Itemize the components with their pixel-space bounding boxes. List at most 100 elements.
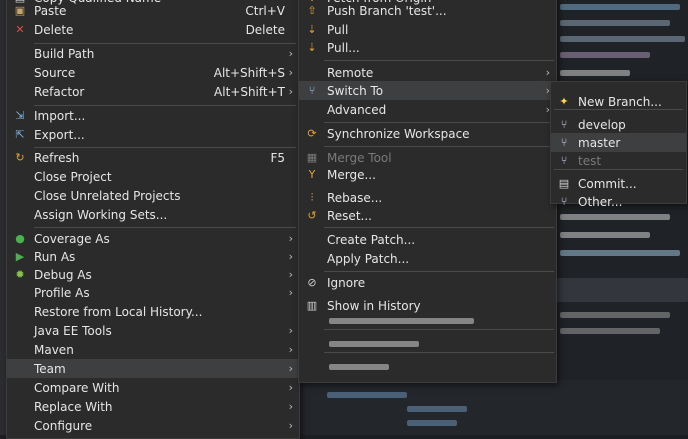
- branch-icon: ⑂: [560, 136, 568, 149]
- reset-icon: ↺: [307, 209, 317, 222]
- menu-item-maven[interactable]: Maven ›: [7, 340, 299, 359]
- history-icon: ▥: [306, 299, 318, 312]
- menu-item-pull[interactable]: ⇣ Pull: [299, 20, 556, 39]
- menu-item-debug-as[interactable]: ✹ Debug As ›: [7, 265, 299, 284]
- chevron-right-icon: ›: [288, 362, 293, 375]
- menu-item-shortcut: Ctrl+V: [245, 3, 285, 18]
- menu-item-label: Reset...: [327, 208, 372, 223]
- menu-separator: [34, 147, 296, 148]
- push-icon: ⇧: [307, 4, 317, 17]
- branch-item-other[interactable]: ⑂ Other...: [551, 192, 686, 211]
- menu-item-delete[interactable]: ✕ Delete Delete: [7, 20, 299, 39]
- commit-icon: ▤: [558, 177, 570, 190]
- merge-icon: Y: [308, 168, 316, 181]
- menu-item-profile-as[interactable]: Profile As ›: [7, 283, 299, 302]
- menu-item-refresh[interactable]: ↻ Refresh F5: [7, 148, 299, 167]
- menu-item-create-patch[interactable]: Create Patch...: [299, 230, 556, 249]
- menu-item-restore-from-local-history[interactable]: Restore from Local History...: [7, 302, 299, 321]
- branch-item-master[interactable]: ⑂ master: [551, 133, 686, 152]
- menu-item-import[interactable]: ⇲ Import...: [7, 106, 299, 125]
- menu-item-compare-with[interactable]: Compare With ›: [7, 378, 299, 397]
- menu-item-refactor[interactable]: Refactor Alt+Shift+T ›: [7, 82, 299, 101]
- menu-item-rebase[interactable]: ⫶ Rebase...: [299, 188, 556, 207]
- menu-item-pull[interactable]: ⇣ Pull...: [299, 38, 556, 57]
- menu-item-label: Show in History: [327, 298, 421, 313]
- chevron-right-icon: ›: [288, 381, 293, 394]
- menu-item-source[interactable]: Source Alt+Shift+S ›: [7, 63, 299, 82]
- menu-item-switch-to[interactable]: ⑂ Switch To ›: [299, 81, 556, 100]
- menu-item-label: Assign Working Sets...: [34, 207, 168, 222]
- branch-item-test[interactable]: ⑂ test: [551, 151, 686, 170]
- menu-item-close-unrelated-projects[interactable]: Close Unrelated Projects: [7, 186, 299, 205]
- menu-item-configure[interactable]: Configure ›: [7, 416, 299, 435]
- menu-item-reset[interactable]: ↺ Reset...: [299, 206, 556, 225]
- menu-item-label: Export...: [34, 127, 85, 142]
- menu-item-label: Import...: [34, 108, 86, 123]
- menu-item-export[interactable]: ⇱ Export...: [7, 125, 299, 144]
- menu-separator: [34, 227, 296, 228]
- menu-item-label: Compare With: [34, 380, 120, 395]
- menu-item-label: Team: [34, 361, 66, 376]
- menu-separator: [324, 146, 554, 147]
- menu-item-label: Debug As: [34, 267, 92, 282]
- menu-item-label: test: [578, 153, 602, 168]
- menu-separator: [554, 169, 683, 170]
- switch-to-submenu: ✦ New Branch... ⑂ develop ⑂ master ⑂ test ▤ Commi…: [550, 81, 687, 209]
- menu-item-push-branch-test[interactable]: ⇧ Push Branch 'test'...: [299, 1, 556, 20]
- branch-item-develop[interactable]: ⑂ develop: [551, 115, 686, 134]
- chevron-right-icon: ›: [288, 268, 293, 281]
- menu-item-label: develop: [578, 117, 626, 132]
- refresh-icon: ↻: [15, 151, 25, 164]
- menu-item-advanced[interactable]: Advanced ›: [299, 100, 556, 119]
- merge-tool-icon: ▦: [306, 151, 318, 164]
- menu-item-label: Coverage As: [34, 231, 110, 246]
- synchronize-icon: ⟳: [307, 127, 317, 140]
- menu-separator: [554, 109, 683, 110]
- console-background: [297, 380, 688, 435]
- menu-item-synchronize-workspace[interactable]: ⟳ Synchronize Workspace: [299, 124, 556, 143]
- menu-separator: [34, 105, 296, 106]
- menu-item-label: Commit...: [578, 176, 637, 191]
- chevron-right-icon: ›: [288, 419, 293, 432]
- team-submenu: ⇩Fetch from Origin⇧Push Branch 'test'...…: [298, 0, 557, 383]
- menu-item-build-path[interactable]: Build Path ›: [7, 44, 299, 63]
- pull-icon: ⇣: [307, 41, 317, 54]
- menu-item-team[interactable]: Team ›: [7, 359, 299, 378]
- menu-item-merge[interactable]: Y Merge...: [299, 165, 556, 184]
- menu-item-close-project[interactable]: Close Project: [7, 167, 299, 186]
- paste-icon: ▣: [14, 4, 26, 17]
- menu-item-label: Remote: [327, 65, 374, 80]
- menu-separator: [34, 43, 296, 44]
- menu-item-apply-patch[interactable]: Apply Patch...: [299, 249, 556, 268]
- debug-icon: ✹: [15, 268, 25, 281]
- chevron-right-icon: ›: [288, 232, 293, 245]
- ignore-icon: ⊘: [307, 276, 317, 289]
- menu-item-shortcut: Alt+Shift+S: [213, 65, 285, 80]
- chevron-right-icon: ›: [288, 85, 293, 98]
- menu-item-show-in-history[interactable]: ▥ Show in History: [299, 296, 556, 315]
- menu-item-ignore[interactable]: ⊘ Ignore: [299, 273, 556, 292]
- menu-item-label: New Branch...: [578, 94, 662, 109]
- menu-item-label: Profile As: [34, 285, 90, 300]
- branch-item-commit[interactable]: ▤ Commit...: [551, 174, 686, 193]
- menu-item-assign-working-sets[interactable]: Assign Working Sets...: [7, 205, 299, 224]
- menu-item-label: Maven: [34, 342, 74, 357]
- menu-item-java-ee-tools[interactable]: Java EE Tools ›: [7, 321, 299, 340]
- menu-item-label: Refresh: [34, 150, 80, 165]
- pull-icon: ⇣: [307, 23, 317, 36]
- menu-item-label: Paste: [34, 3, 67, 18]
- menu-item-label: Build Path: [34, 46, 95, 61]
- switch-branch-icon: ⑂: [308, 84, 316, 97]
- chevron-right-icon: ›: [288, 66, 293, 79]
- menu-item-label: Refactor: [34, 84, 85, 99]
- menu-item-label: Replace With: [34, 399, 113, 414]
- context-menu: ▤Copy Qualified Name▣PasteCtrl+V✕DeleteD…: [6, 0, 300, 439]
- menu-item-remote[interactable]: Remote ›: [299, 63, 556, 82]
- menu-item-coverage-as[interactable]: ● Coverage As ›: [7, 229, 299, 248]
- menu-item-run-as[interactable]: ▶ Run As ›: [7, 247, 299, 266]
- menu-separator: [324, 271, 554, 272]
- menu-item-shortcut: Alt+Shift+T: [214, 84, 285, 99]
- menu-item-paste[interactable]: ▣ Paste Ctrl+V: [7, 1, 299, 20]
- menu-item-replace-with[interactable]: Replace With ›: [7, 397, 299, 416]
- menu-item-label: Delete: [34, 22, 74, 37]
